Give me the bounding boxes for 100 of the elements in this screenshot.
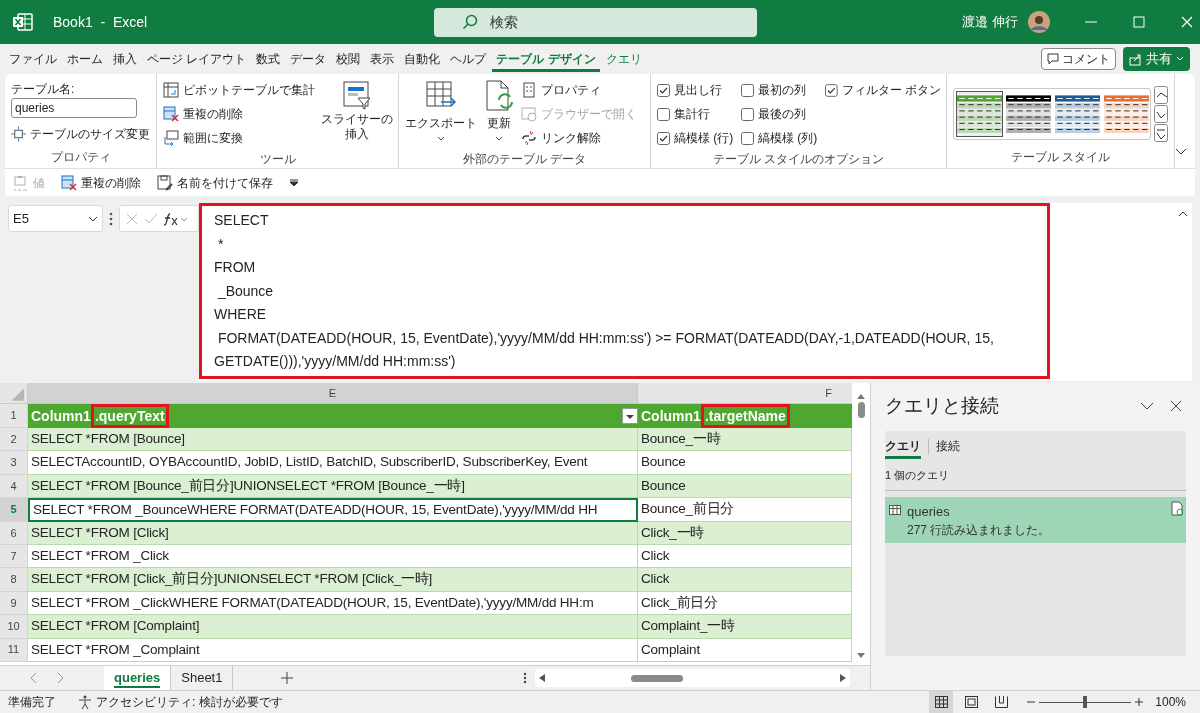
insert-slicer-button[interactable]: スライサーの 挿入: [321, 80, 393, 150]
table-cell[interactable]: SELECT *FROM [Click_前日分]UNIONSELECT *FROM [Click_一時]: [28, 568, 638, 592]
chevron-down-icon[interactable]: [1140, 402, 1154, 410]
menu-tab[interactable]: ホーム: [63, 48, 107, 72]
remove-duplicates-button[interactable]: 重複の削除: [61, 170, 141, 195]
row-header[interactable]: 10: [0, 615, 28, 639]
slider-thumb[interactable]: [1083, 696, 1088, 708]
row-header[interactable]: 6: [0, 521, 28, 545]
zoom-level[interactable]: 100%: [1155, 693, 1186, 711]
row-header[interactable]: 9: [0, 591, 28, 616]
export-button[interactable]: エクスポート: [405, 80, 477, 150]
table-cell[interactable]: Complaint_一時: [638, 615, 852, 639]
checkbox[interactable]: 見出し行: [657, 78, 741, 102]
menu-tab[interactable]: クエリ: [601, 48, 646, 72]
maximize-icon[interactable]: [1132, 16, 1145, 28]
scroll-down-icon[interactable]: [1154, 105, 1168, 123]
menu-tab[interactable]: 挿入: [109, 48, 141, 72]
accessibility-status[interactable]: アクセシビリティ: 検討が必要です: [96, 693, 283, 711]
horizontal-scrollbar[interactable]: [535, 669, 851, 687]
table-cell[interactable]: Bounce: [638, 451, 852, 475]
scrollbar-thumb[interactable]: [631, 674, 684, 682]
table-name-field[interactable]: queries: [11, 98, 137, 118]
save-as-button[interactable]: 名前を付けて保存: [157, 170, 273, 195]
add-sheet-icon[interactable]: [281, 672, 294, 684]
table-cell[interactable]: SELECT *FROM [Complaint]: [28, 615, 638, 639]
table-cell[interactable]: Click: [638, 544, 852, 569]
pane-tab[interactable]: 接続: [936, 435, 960, 459]
close-icon[interactable]: [1170, 400, 1182, 412]
resize-table-button[interactable]: テーブルのサイズ変更: [11, 122, 150, 146]
name-box[interactable]: E5: [8, 205, 103, 232]
table-style-swatch[interactable]: [956, 91, 1003, 137]
checkbox[interactable]: 縞模様 (列): [741, 126, 825, 150]
table-cell[interactable]: SELECT *FROM _Complaint: [28, 638, 638, 662]
expand-gallery-icon[interactable]: [1154, 124, 1168, 142]
filter-dropdown-icon[interactable]: [622, 408, 638, 424]
menu-tab[interactable]: 校閲: [332, 48, 365, 72]
row-header[interactable]: 4: [0, 474, 28, 499]
row-header[interactable]: 2: [0, 428, 28, 452]
table-cell[interactable]: Complaint: [638, 638, 852, 662]
pane-tab[interactable]: クエリ: [885, 435, 921, 459]
collapse-ribbon-icon[interactable]: [1175, 148, 1187, 156]
checkbox[interactable]: 縞模様 (行): [657, 126, 741, 150]
table-cell[interactable]: Bounce: [638, 474, 852, 499]
checkbox[interactable]: 最初の列: [741, 78, 825, 102]
customize-dropdown-icon[interactable]: [289, 178, 299, 187]
view-button[interactable]: [929, 691, 954, 713]
accessibility-icon[interactable]: [78, 695, 92, 709]
column-header[interactable]: F: [638, 383, 852, 403]
table-cell[interactable]: SELECT *FROM _BounceWHERE FORMAT(DATEADD(HOUR, 15, EventDate),'yyyy/MM/dd HH: [28, 498, 638, 522]
menu-tab[interactable]: データ: [286, 48, 331, 72]
table-cell[interactable]: SELECTAccountID, OYBAccountID, JobID, ListID, BatchID, SubscriberID, SubscriberKey, Event: [28, 451, 638, 475]
search-field[interactable]: 検索: [434, 7, 758, 37]
column-header[interactable]: E: [28, 383, 638, 403]
checkbox[interactable]: フィルター ボタン: [825, 78, 941, 102]
table-cell[interactable]: SELECT *FROM [Bounce]: [28, 428, 638, 452]
table-cell[interactable]: Bounce_前日分: [638, 498, 852, 522]
row-header[interactable]: 1: [0, 404, 28, 428]
menu-tab[interactable]: 数式: [252, 48, 285, 72]
refresh-button[interactable]: 更新: [483, 80, 515, 150]
menu-tab[interactable]: 表示: [366, 48, 399, 72]
row-header[interactable]: 3: [0, 451, 28, 475]
zoom-slider[interactable]: [1039, 696, 1132, 708]
unlink-button[interactable]: リンク解除: [521, 126, 637, 150]
enter-check-icon[interactable]: [144, 212, 158, 225]
zoom-out-icon[interactable]: [1027, 698, 1036, 706]
scroll-up-icon[interactable]: [1154, 86, 1168, 104]
row-header[interactable]: 8: [0, 568, 28, 592]
more-options-icon[interactable]: [109, 212, 113, 226]
table-cell[interactable]: SELECT *FROM [Click]: [28, 521, 638, 545]
table-cell[interactable]: Click: [638, 568, 852, 592]
table-cell[interactable]: SELECT *FROM _ClickWHERE FORMAT(DATEADD(HOUR, 15, EventDate),'yyyy/MM/dd HH:m: [28, 591, 638, 616]
row-header[interactable]: 5: [0, 498, 28, 522]
table-cell[interactable]: SELECT *FROM [Bounce_前日分]UNIONSELECT *FROM [Bounce_一時]: [28, 474, 638, 499]
more-options-icon[interactable]: [523, 672, 528, 684]
remove-duplicates-button[interactable]: 重複の削除: [163, 102, 315, 126]
spreadsheet-logo-icon[interactable]: [13, 13, 33, 31]
avatar-icon[interactable]: [1027, 11, 1050, 33]
table-cell[interactable]: Click_一時: [638, 521, 852, 545]
sheet-tab[interactable]: queries: [104, 666, 172, 690]
pivot-table-button[interactable]: ピボットテーブルで集計: [163, 78, 315, 102]
row-header[interactable]: 7: [0, 544, 28, 569]
table-cell[interactable]: Bounce_一時: [638, 428, 852, 452]
checkbox[interactable]: 最後の列: [741, 102, 825, 126]
menu-tab[interactable]: 自動化: [400, 48, 445, 72]
table-cell[interactable]: Click_前日分: [638, 591, 852, 616]
share-button[interactable]: 共有: [1123, 47, 1190, 71]
menu-tab[interactable]: ファイル: [5, 48, 61, 72]
function-icon[interactable]: [164, 211, 190, 226]
row-header[interactable]: 11: [0, 638, 28, 662]
checkbox[interactable]: 集計行: [657, 102, 741, 126]
zoom-in-icon[interactable]: [1135, 698, 1144, 706]
formula-input[interactable]: SELECT * FROM _Bounce WHERE FORMAT(DATEADD(HOUR, 15, EventDate),'yyyy/MM/dd HH:mm:ss') >= FORMAT(DATEADD(DAY,-1,DATEADD(HOUR, 15, GETDATE())),'yyyy/MM/dd HH:mm:ss'): [199, 203, 1050, 379]
table-cell[interactable]: SELECT *FROM _Click: [28, 544, 638, 569]
menu-tab[interactable]: ヘルプ: [446, 48, 491, 72]
collapse-formula-icon[interactable]: [1178, 211, 1188, 217]
convert-range-button[interactable]: 範囲に変換: [163, 126, 315, 150]
comment-button[interactable]: コメント: [1041, 48, 1116, 70]
document-refresh-icon[interactable]: [1171, 500, 1183, 516]
properties-button[interactable]: プロパティ: [521, 78, 637, 102]
query-item[interactable]: queries 277 行読み込まれました。: [885, 496, 1186, 543]
